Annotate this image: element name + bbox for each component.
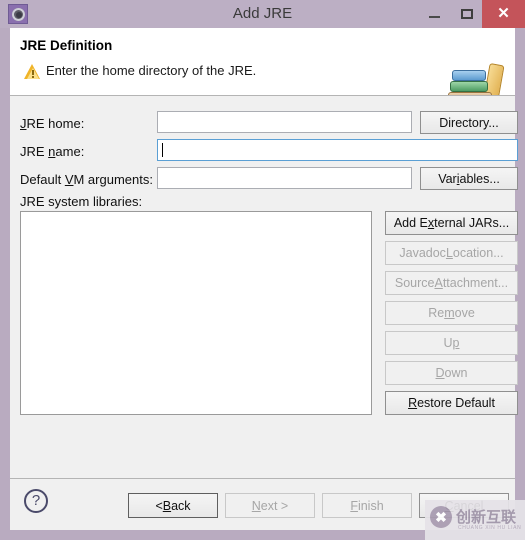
dialog-header: JRE Definition Enter the home directory … <box>10 28 515 96</box>
add-jre-dialog: Add JRE ✕ JRE Definition Enter the home … <box>0 0 525 540</box>
variables-button[interactable]: Var i ables... <box>420 167 518 190</box>
finish-button[interactable]: Finish <box>322 493 412 518</box>
up-button[interactable]: Up <box>385 331 518 355</box>
close-icon: ✕ <box>497 5 510 22</box>
restore-default-button[interactable]: Restore Default <box>385 391 518 415</box>
page-title: JRE Definition <box>20 38 113 53</box>
down-button[interactable]: Down <box>385 361 518 385</box>
watermark-text: 创新互联 <box>456 509 517 526</box>
directory-button[interactable]: Directory... <box>420 111 518 134</box>
minimize-button[interactable] <box>420 0 450 28</box>
title-bar: Add JRE ✕ <box>0 0 525 28</box>
maximize-button[interactable] <box>452 0 482 28</box>
close-button[interactable]: ✕ <box>482 0 525 28</box>
next-button[interactable]: Next > <box>225 493 315 518</box>
vm-arguments-label: Default VM arguments: <box>20 172 153 187</box>
watermark-logo-icon: ✖ <box>430 506 452 528</box>
jre-name-input[interactable] <box>157 139 518 161</box>
jre-libraries-label: JRE system libraries: <box>20 194 143 209</box>
help-icon[interactable]: ? <box>24 489 48 513</box>
add-external-jars-button[interactable]: Add Ex ternal JARs... <box>385 211 518 235</box>
watermark-subtext: CHUANG XIN HU LIAN <box>458 525 522 531</box>
remove-button[interactable]: Re m ove <box>385 301 518 325</box>
text-caret <box>162 143 163 157</box>
javadoc-location-button[interactable]: Javadoc Location... <box>385 241 518 265</box>
warning-icon <box>24 64 41 80</box>
back-button[interactable]: < Back <box>128 493 218 518</box>
source-attachment-button[interactable]: Source Attachment... <box>385 271 518 295</box>
jre-home-label: JRE home: <box>20 116 85 131</box>
books-icon <box>448 62 510 95</box>
vm-arguments-input[interactable] <box>157 167 412 189</box>
status-message: Enter the home directory of the JRE. <box>46 63 257 78</box>
watermark-overlay: ✖ 创新互联 CHUANG XIN HU LIAN <box>425 500 525 540</box>
dialog-body: JRE home: Directory... JRE name: Default… <box>10 96 518 478</box>
jre-libraries-list[interactable] <box>20 211 372 415</box>
minimize-icon <box>429 16 440 18</box>
jre-home-input[interactable] <box>157 111 412 133</box>
jre-name-label: JRE name: <box>20 144 85 159</box>
maximize-icon <box>461 9 473 19</box>
